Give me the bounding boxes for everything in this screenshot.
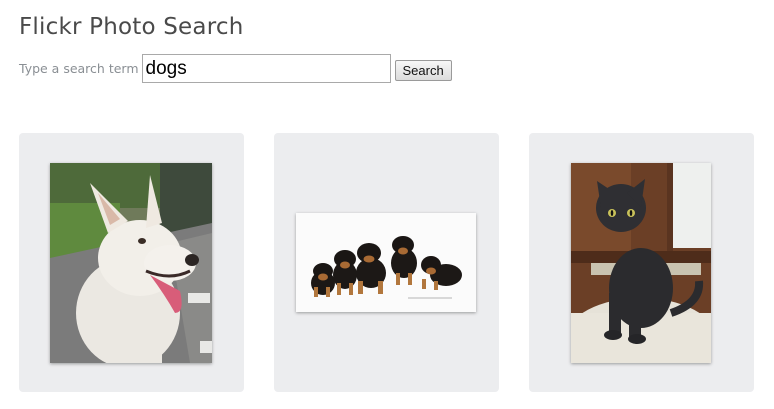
result-card-2 bbox=[274, 133, 499, 392]
search-button[interactable]: Search bbox=[394, 59, 452, 81]
search-label: Type a search term bbox=[19, 61, 139, 76]
result-card-3 bbox=[529, 133, 754, 392]
result-photo-white-dog[interactable] bbox=[50, 163, 212, 363]
search-input[interactable] bbox=[141, 54, 391, 83]
search-form: Type a search term Search bbox=[19, 54, 452, 83]
flickr-photo-search-app: Flickr Photo Search Type a search term S… bbox=[0, 0, 774, 409]
page-title: Flickr Photo Search bbox=[19, 14, 244, 40]
result-card-1 bbox=[19, 133, 244, 392]
result-photo-puppies[interactable] bbox=[296, 213, 476, 312]
result-photo-black-kitten[interactable] bbox=[571, 163, 711, 363]
